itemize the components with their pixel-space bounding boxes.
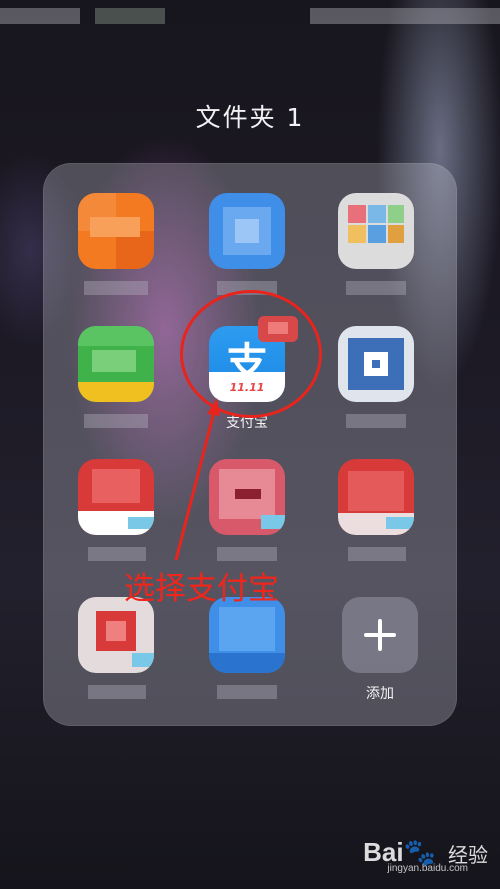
pixelated-pink-icon — [209, 459, 285, 535]
pixelated-multicolor-icon — [338, 193, 414, 269]
pixelated-blue-icon — [209, 597, 285, 673]
label-blur — [88, 685, 146, 699]
status-blur — [310, 8, 500, 24]
pixelated-green-icon — [78, 326, 154, 402]
label-blur — [217, 685, 277, 699]
pixelated-red-white-icon — [78, 597, 154, 673]
label-blur — [84, 414, 148, 428]
label-blur — [217, 547, 277, 561]
annotation-text: 选择支付宝 — [124, 571, 279, 607]
label-blur — [88, 547, 146, 561]
pixelated-orange-icon — [78, 193, 154, 269]
pixelated-red-icon — [78, 459, 154, 535]
watermark-url: jingyan.baidu.com — [387, 863, 468, 874]
label-blur — [84, 281, 148, 295]
folder-title[interactable]: 文件夹 1 — [0, 98, 500, 134]
plus-icon — [342, 597, 418, 673]
annotation-circle — [180, 290, 322, 418]
add-label: 添加 — [366, 686, 394, 702]
baidu-jingyan-watermark: Bai🐾 经验 jingyan.baidu.com — [338, 837, 488, 877]
status-blur — [0, 8, 80, 24]
status-blur — [95, 8, 165, 24]
label-blur — [346, 414, 406, 428]
label-blur — [346, 281, 406, 295]
pixelated-blue-icon — [209, 193, 285, 269]
status-bar — [0, 0, 500, 30]
pixelated-red-icon — [338, 459, 414, 535]
label-blur — [348, 547, 406, 561]
pixelated-blue-white-icon — [338, 326, 414, 402]
